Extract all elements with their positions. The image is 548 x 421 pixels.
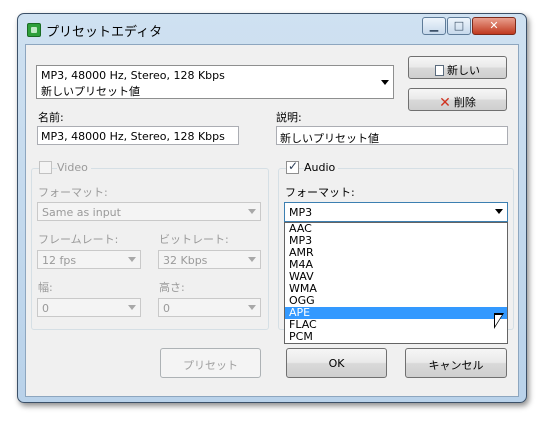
ok-button-label: OK <box>328 357 345 370</box>
description-input[interactable]: 新しいプリセット値 <box>276 126 508 145</box>
video-format-select[interactable]: Same as input <box>37 202 261 221</box>
audio-format-label: フォーマット: <box>285 186 355 199</box>
description-label: 説明: <box>276 111 302 124</box>
video-format-value: Same as input <box>42 206 121 219</box>
list-item[interactable]: AMR <box>285 247 507 259</box>
preset-button-label: プリセット <box>183 359 238 372</box>
delete-button[interactable]: ✕ 削除 <box>408 88 507 111</box>
preset-select-line2: 新しいプリセット値 <box>41 85 140 98</box>
new-button[interactable]: 新しい <box>408 56 507 79</box>
framerate-label: フレームレート: <box>38 233 119 246</box>
maximize-button[interactable]: □ <box>447 17 471 35</box>
height-value: 0 <box>163 302 170 315</box>
framerate-value: 12 fps <box>42 254 77 267</box>
list-item[interactable]: OGG <box>285 295 507 307</box>
document-icon <box>435 65 444 76</box>
video-format-label: フォーマット: <box>38 186 108 199</box>
chevron-down-icon <box>495 209 503 214</box>
chevron-down-icon <box>381 80 389 85</box>
close-button[interactable]: ✕ <box>472 17 516 35</box>
mouse-pointer-icon <box>494 313 504 329</box>
list-item[interactable]: FLAC <box>285 319 507 331</box>
preset-button[interactable]: プリセット <box>160 348 261 378</box>
list-item-highlighted[interactable]: APE <box>285 307 507 319</box>
chevron-down-icon <box>248 305 256 310</box>
list-item[interactable]: PCM <box>285 331 507 343</box>
list-item[interactable]: AAC <box>285 223 507 235</box>
chevron-down-icon <box>128 305 136 310</box>
audio-format-dropdown-list[interactable]: AAC MP3 AMR M4A WAV WMA OGG APE FLAC PCM <box>284 222 508 344</box>
bitrate-label: ビットレート: <box>159 233 229 246</box>
video-label: Video <box>57 161 91 174</box>
chevron-down-icon <box>128 257 136 262</box>
cancel-button[interactable]: キャンセル <box>405 348 507 378</box>
width-value: 0 <box>42 302 49 315</box>
list-item[interactable]: WAV <box>285 271 507 283</box>
audio-label: Audio <box>304 161 339 174</box>
audio-checkbox[interactable]: ✓ <box>286 159 299 174</box>
list-item[interactable]: MP3 <box>285 235 507 247</box>
cancel-button-label: キャンセル <box>428 359 484 372</box>
preset-select[interactable]: MP3, 48000 Hz, Stereo, 128 Kbps 新しいプリセット… <box>36 65 394 99</box>
checkmark-icon: ✓ <box>288 159 299 173</box>
minimize-button[interactable]: ▁ <box>422 17 446 35</box>
ok-button[interactable]: OK <box>286 348 387 378</box>
height-label: 高さ: <box>159 281 185 294</box>
framerate-select[interactable]: 12 fps <box>37 250 141 269</box>
chevron-down-icon <box>248 209 256 214</box>
preset-select-line1: MP3, 48000 Hz, Stereo, 128 Kbps <box>41 69 225 82</box>
delete-button-label: 削除 <box>453 96 476 109</box>
bitrate-select[interactable]: 32 Kbps <box>158 250 261 269</box>
width-label: 幅: <box>38 281 53 294</box>
video-checkbox[interactable] <box>39 161 52 174</box>
audio-format-select[interactable]: MP3 <box>284 202 508 222</box>
list-item[interactable]: M4A <box>285 259 507 271</box>
height-stepper[interactable]: 0 <box>158 298 261 317</box>
title-bar[interactable]: プリセットエディタ ▁ □ ✕ <box>18 14 526 44</box>
window-title: プリセットエディタ <box>46 25 163 40</box>
list-item[interactable]: WMA <box>285 283 507 295</box>
width-stepper[interactable]: 0 <box>37 298 141 317</box>
red-x-icon: ✕ <box>439 95 451 111</box>
name-label: 名前: <box>38 111 64 124</box>
audio-format-value: MP3 <box>289 206 313 219</box>
new-button-label: 新しい <box>447 64 480 77</box>
bitrate-value: 32 Kbps <box>163 254 208 267</box>
name-input[interactable]: MP3, 48000 Hz, Stereo, 128 Kbps <box>37 126 239 145</box>
app-icon <box>27 23 41 37</box>
chevron-down-icon <box>248 257 256 262</box>
